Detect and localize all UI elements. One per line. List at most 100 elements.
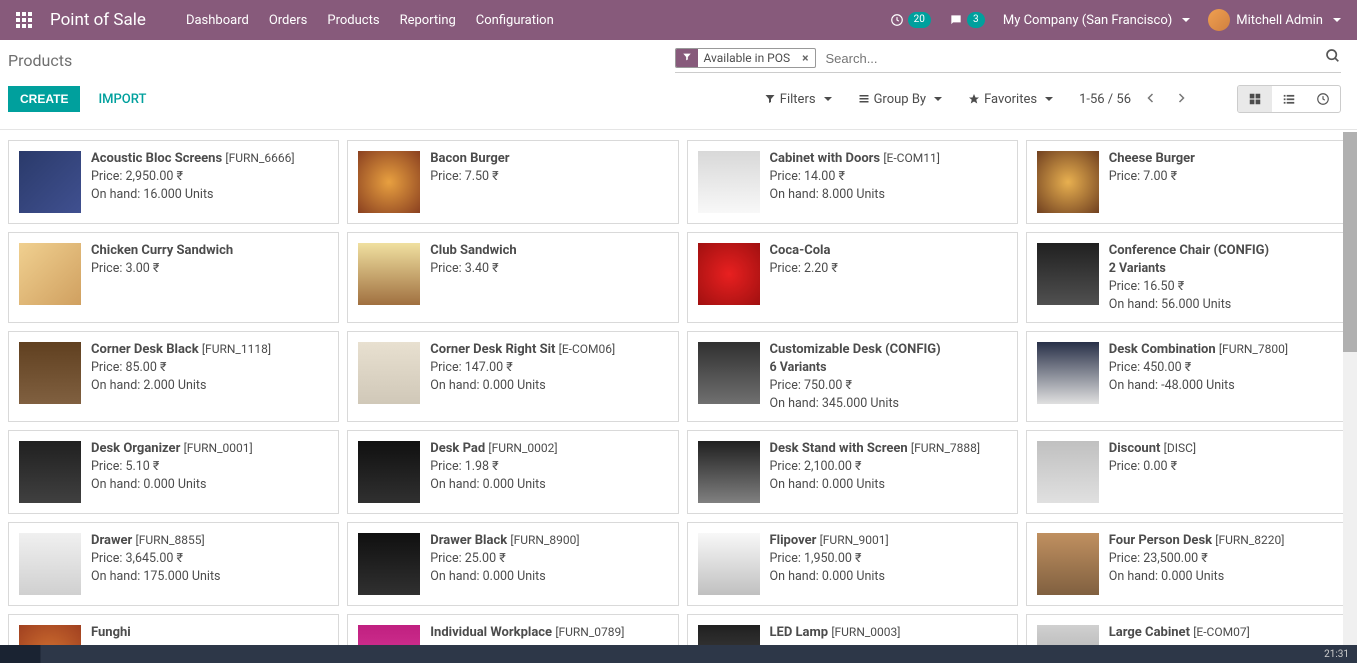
filters-button[interactable]: Filters <box>764 92 832 107</box>
product-card[interactable]: Conference Chair (CONFIG) 2 VariantsPric… <box>1026 232 1357 323</box>
product-thumbnail <box>1037 441 1099 503</box>
user-menu[interactable]: Mitchell Admin <box>1208 9 1341 31</box>
product-price: Price: 450.00 ₹ <box>1109 360 1288 375</box>
kanban-view: Acoustic Bloc Screens [FURN_6666]Price: … <box>0 130 1357 650</box>
product-card[interactable]: Bacon Burger Price: 7.50 ₹ <box>347 140 678 224</box>
product-thumbnail <box>19 151 81 213</box>
product-card[interactable]: Flipover [FURN_9001]Price: 1,950.00 ₹On … <box>687 522 1018 606</box>
product-name: Customizable Desk (CONFIG) <box>770 342 941 357</box>
product-price: Price: 1,950.00 ₹ <box>770 551 889 566</box>
product-card[interactable]: Corner Desk Right Sit [E-COM06]Price: 14… <box>347 331 678 422</box>
product-code: [FURN_0789] <box>555 625 624 639</box>
nav-products[interactable]: Products <box>327 13 379 28</box>
product-thumbnail <box>1037 342 1099 404</box>
apps-icon[interactable] <box>16 12 32 28</box>
product-name: Funghi <box>91 625 131 640</box>
product-name: Large Cabinet [E-COM07] <box>1109 625 1250 640</box>
taskbar-clock: 21:31 <box>1324 649 1349 660</box>
product-price: Price: 85.00 ₹ <box>91 360 271 375</box>
product-name: Conference Chair (CONFIG) <box>1109 243 1269 258</box>
list-view-button[interactable] <box>1272 86 1306 112</box>
product-card[interactable]: Desk Combination [FURN_7800]Price: 450.0… <box>1026 331 1357 422</box>
product-name: Club Sandwich <box>430 243 516 258</box>
facet-remove[interactable]: × <box>796 49 814 67</box>
activity-view-button[interactable] <box>1306 86 1340 112</box>
product-card[interactable]: Customizable Desk (CONFIG) 6 VariantsPri… <box>687 331 1018 422</box>
product-thumbnail <box>358 533 420 595</box>
create-button[interactable]: CREATE <box>8 86 80 112</box>
product-code: [FURN_0001] <box>184 441 253 455</box>
pager-prev[interactable] <box>1141 86 1161 112</box>
product-thumbnail <box>358 151 420 213</box>
product-price: Price: 0.00 ₹ <box>1109 459 1196 474</box>
facet-label: Available in POS <box>698 49 797 67</box>
product-card[interactable]: Desk Organizer [FURN_0001]Price: 5.10 ₹O… <box>8 430 339 514</box>
scrollbar[interactable] <box>1343 132 1357 645</box>
product-card[interactable]: Corner Desk Black [FURN_1118] Price: 85.0… <box>8 331 339 422</box>
activities-indicator[interactable]: 20 <box>890 12 931 28</box>
product-card[interactable]: Cabinet with Doors [E-COM11]Price: 14.00… <box>687 140 1018 224</box>
product-price: Price: 2,100.00 ₹ <box>770 459 981 474</box>
product-code: [FURN_0003] <box>831 625 900 639</box>
product-onhand: On hand: 0.000 Units <box>430 378 615 393</box>
product-code: [FURN_8900] <box>510 533 579 547</box>
pager-next[interactable] <box>1171 86 1191 112</box>
product-name: Chicken Curry Sandwich <box>91 243 233 258</box>
product-code: [FURN_7888] <box>911 441 980 455</box>
groupby-button[interactable]: Group By <box>858 92 943 107</box>
product-price: Price: 7.50 ₹ <box>430 169 509 184</box>
product-card[interactable]: Four Person Desk [FURN_8220] Price: 23,50… <box>1026 522 1357 606</box>
company-selector[interactable]: My Company (San Francisco) <box>1003 13 1190 28</box>
product-price: Price: 2.20 ₹ <box>770 261 838 276</box>
product-name: Desk Organizer [FURN_0001] <box>91 441 253 456</box>
product-card[interactable]: Desk Pad [FURN_0002]Price: 1.98 ₹On hand… <box>347 430 678 514</box>
product-name: Corner Desk Black [FURN_1118] <box>91 342 271 357</box>
messages-count: 3 <box>967 12 985 28</box>
brand-title[interactable]: Point of Sale <box>50 10 146 30</box>
navbar: Point of Sale Dashboard Orders Products … <box>0 0 1357 40</box>
product-name: Four Person Desk [FURN_8220] <box>1109 533 1285 548</box>
product-price: Price: 2,950.00 ₹ <box>91 169 295 184</box>
nav-configuration[interactable]: Configuration <box>476 13 554 28</box>
product-price: Price: 23,500.00 ₹ <box>1109 551 1285 566</box>
product-thumbnail <box>1037 533 1099 595</box>
product-name: LED Lamp [FURN_0003] <box>770 625 901 640</box>
product-onhand: On hand: 0.000 Units <box>91 477 253 492</box>
product-price: Price: 16.50 ₹ <box>1109 279 1269 294</box>
kanban-view-button[interactable] <box>1238 86 1272 112</box>
product-thumbnail <box>19 441 81 503</box>
product-onhand: On hand: 0.000 Units <box>770 477 981 492</box>
nav-reporting[interactable]: Reporting <box>400 13 456 28</box>
product-card[interactable]: Acoustic Bloc Screens [FURN_6666]Price: … <box>8 140 339 224</box>
product-thumbnail <box>358 441 420 503</box>
product-name: Flipover [FURN_9001] <box>770 533 889 548</box>
product-price: Price: 147.00 ₹ <box>430 360 615 375</box>
import-button[interactable]: IMPORT <box>98 92 146 107</box>
nav-dashboard[interactable]: Dashboard <box>186 13 249 28</box>
product-card[interactable]: Drawer [FURN_8855]Price: 3,645.00 ₹On ha… <box>8 522 339 606</box>
nav-orders[interactable]: Orders <box>269 13 308 28</box>
product-onhand: On hand: 0.000 Units <box>1109 569 1285 584</box>
messages-indicator[interactable]: 3 <box>949 12 985 28</box>
product-card[interactable]: Desk Stand with Screen [FURN_7888]Price:… <box>687 430 1018 514</box>
product-card[interactable]: Discount [DISC]Price: 0.00 ₹ <box>1026 430 1357 514</box>
pager: 1-56 / 56 <box>1079 86 1191 112</box>
pager-text: 1-56 / 56 <box>1079 92 1131 107</box>
product-thumbnail <box>358 243 420 305</box>
product-card[interactable]: Chicken Curry Sandwich Price: 3.00 ₹ <box>8 232 339 323</box>
product-card[interactable]: Cheese Burger Price: 7.00 ₹ <box>1026 140 1357 224</box>
product-code: [DISC] <box>1164 441 1196 455</box>
product-card[interactable]: Club Sandwich Price: 3.40 ₹ <box>347 232 678 323</box>
favorites-button[interactable]: Favorites <box>968 92 1053 107</box>
product-card[interactable]: Coca-Cola Price: 2.20 ₹ <box>687 232 1018 323</box>
filter-icon <box>676 49 698 67</box>
product-price: Price: 7.00 ₹ <box>1109 169 1195 184</box>
product-code: [E-COM06] <box>559 342 616 356</box>
product-card[interactable]: Drawer Black [FURN_8900]Price: 25.00 ₹On… <box>347 522 678 606</box>
product-price: Price: 750.00 ₹ <box>770 378 941 393</box>
search-input[interactable] <box>822 49 1320 68</box>
activities-count: 20 <box>908 12 931 28</box>
product-name: Coca-Cola <box>770 243 838 258</box>
product-code: [FURN_8855] <box>136 533 205 547</box>
search-icon[interactable] <box>1325 48 1341 68</box>
